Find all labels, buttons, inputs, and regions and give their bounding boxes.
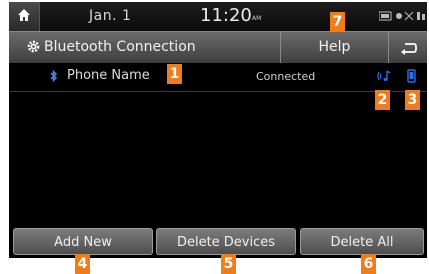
back-button[interactable] — [388, 32, 427, 63]
home-icon — [18, 9, 30, 21]
callout-1: 1 — [167, 64, 182, 84]
callout-6: 6 — [361, 254, 376, 274]
bluetooth-audio-icon[interactable] — [376, 69, 392, 83]
back-arrow-icon — [401, 43, 417, 55]
callout-7: 7 — [330, 12, 345, 32]
bluetooth-icon — [50, 70, 57, 82]
bluetooth-phone-icon[interactable] — [407, 69, 416, 83]
callout-5: 5 — [221, 254, 236, 274]
page-title: Bluetooth Connection — [44, 39, 196, 55]
status-bar: Jan. 1 11:20 AM — [9, 2, 427, 31]
date-display: Jan. 1 — [89, 8, 132, 24]
clock-display: 11:20 — [200, 5, 252, 26]
delete-devices-button[interactable]: Delete Devices — [156, 228, 296, 255]
delete-all-button[interactable]: Delete All — [300, 228, 424, 255]
settings-gear-icon — [27, 40, 40, 53]
device-name: Phone Name — [67, 68, 150, 83]
paired-device-row[interactable]: Phone Name Connected — [9, 63, 427, 92]
callout-2: 2 — [375, 90, 390, 110]
title-bar: Bluetooth Connection Help — [9, 31, 427, 63]
help-button[interactable]: Help — [280, 32, 388, 63]
add-new-button[interactable]: Add New — [13, 228, 153, 255]
status-indicators-icon — [379, 11, 425, 21]
connection-status: Connected — [256, 70, 316, 83]
home-button[interactable] — [9, 2, 40, 31]
callout-4: 4 — [75, 254, 90, 274]
ampm-indicator: AM — [252, 15, 262, 22]
callout-3: 3 — [405, 90, 420, 110]
bluetooth-screen: Jan. 1 11:20 AM Bluetooth Connection Hel… — [9, 2, 427, 258]
